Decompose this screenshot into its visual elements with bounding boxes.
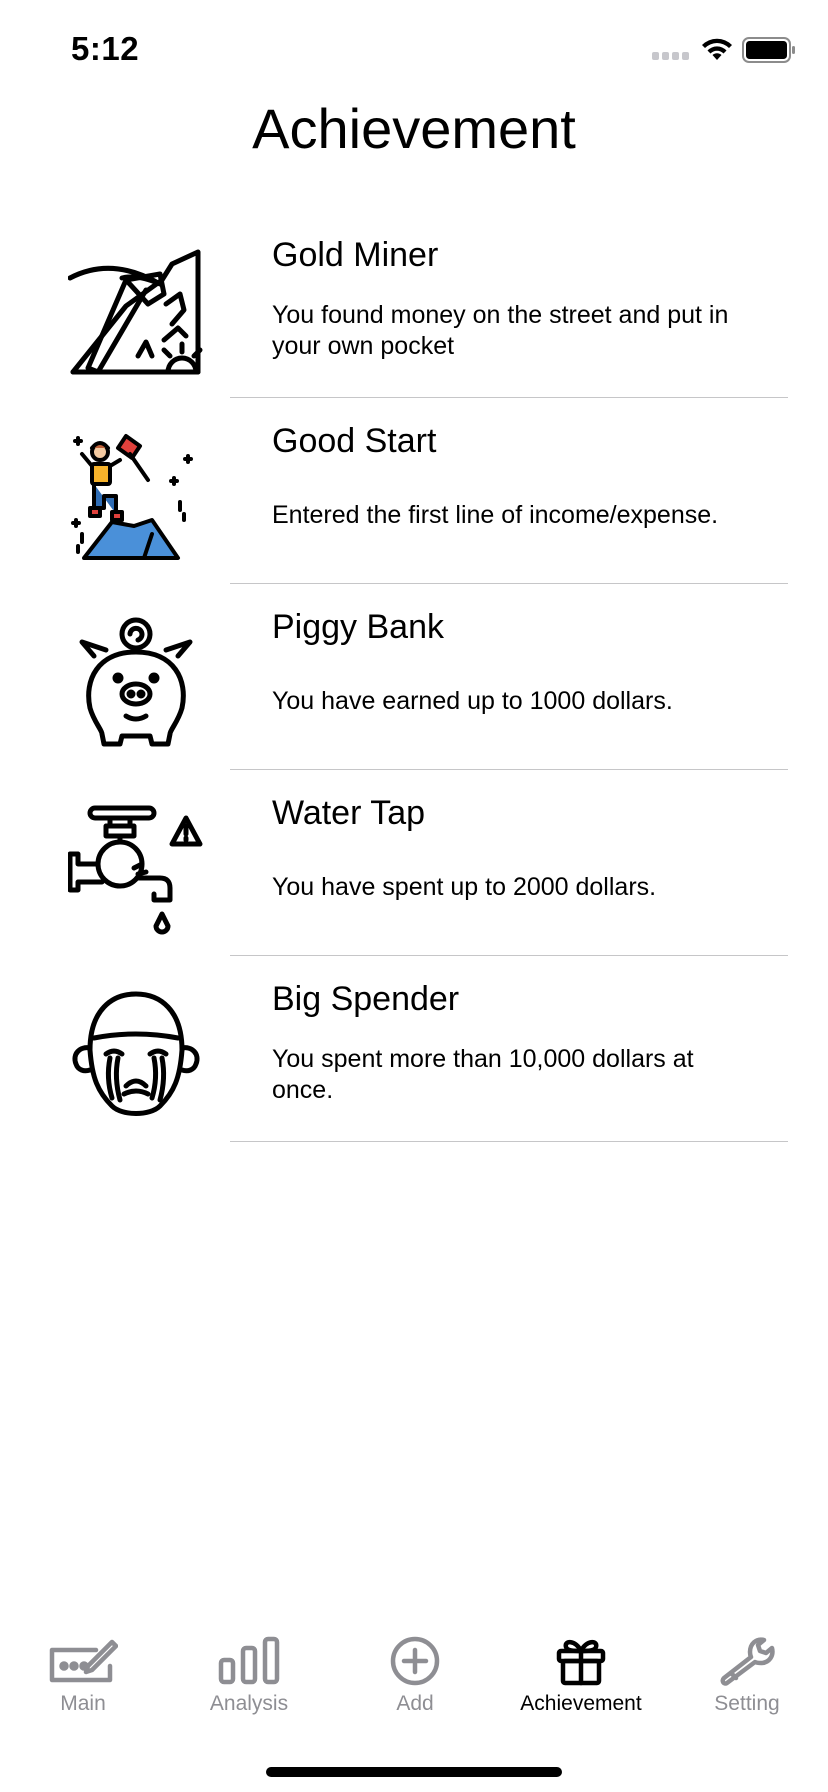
achievement-description: Entered the first line of income/expense… <box>272 501 719 529</box>
gift-icon <box>556 1640 606 1686</box>
achievement-title: Water Tap <box>272 794 426 832</box>
piggy-bank-icon <box>79 617 193 747</box>
plus-circle-icon <box>390 1636 440 1686</box>
achievement-row-good-start[interactable]: Good Start Entered the first line of inc… <box>0 398 828 584</box>
achievement-title: Big Spender <box>272 980 460 1018</box>
crying-face-icon <box>72 991 200 1116</box>
tab-label: Analysis <box>209 1692 289 1715</box>
achievement-row-water-tap[interactable]: Water Tap You have spent up to 2000 doll… <box>0 770 828 956</box>
achievement-title: Gold Miner <box>272 236 439 274</box>
tab-achievement[interactable]: Achievement <box>498 1620 664 1720</box>
tab-analysis[interactable]: Analysis <box>166 1620 332 1720</box>
battery-icon <box>742 37 795 63</box>
tab-label: Add <box>396 1692 434 1715</box>
tab-setting[interactable]: Setting <box>664 1620 828 1720</box>
achievement-title: Piggy Bank <box>272 608 444 646</box>
status-time: 5:12 <box>71 30 140 67</box>
tab-label: Achievement <box>520 1692 642 1715</box>
tab-main[interactable]: Main <box>0 1620 166 1720</box>
page-title: Achievement <box>252 97 576 160</box>
achievement-row-big-spender[interactable]: Big Spender You spent more than 10,000 d… <box>0 956 828 1142</box>
tab-label: Main <box>60 1692 106 1715</box>
row-divider <box>230 1141 788 1142</box>
achievement-description: You spent more than 10,000 dollars at on… <box>272 1045 694 1104</box>
keyboard-pen-icon <box>49 1639 118 1683</box>
tab-add[interactable]: Add <box>332 1620 498 1720</box>
achievement-title: Good Start <box>272 422 437 460</box>
home-indicator[interactable] <box>266 1767 562 1777</box>
cellular-signal-icon <box>652 52 690 62</box>
tab-label: Setting <box>714 1692 780 1715</box>
climber-flag-icon <box>71 434 193 560</box>
achievement-row-piggy-bank[interactable]: Piggy Bank You have earned up to 1000 do… <box>0 584 828 770</box>
bar-chart-icon <box>218 1636 280 1685</box>
wrench-icon <box>720 1637 775 1686</box>
achievement-description: You have earned up to 1000 dollars. <box>272 687 673 715</box>
achievement-description: You have spent up to 2000 dollars. <box>272 873 657 901</box>
achievement-description: You found money on the street and put in… <box>272 301 729 360</box>
tab-bar: Main Analysis Add Achievement Setting <box>0 1620 828 1720</box>
water-tap-icon <box>68 805 203 935</box>
status-bar: 5:12 <box>0 0 828 100</box>
achievement-row-gold-miner[interactable]: Gold Miner You found money on the street… <box>0 212 828 398</box>
pickaxe-mountain-icon <box>68 249 203 375</box>
wifi-icon <box>702 38 732 60</box>
